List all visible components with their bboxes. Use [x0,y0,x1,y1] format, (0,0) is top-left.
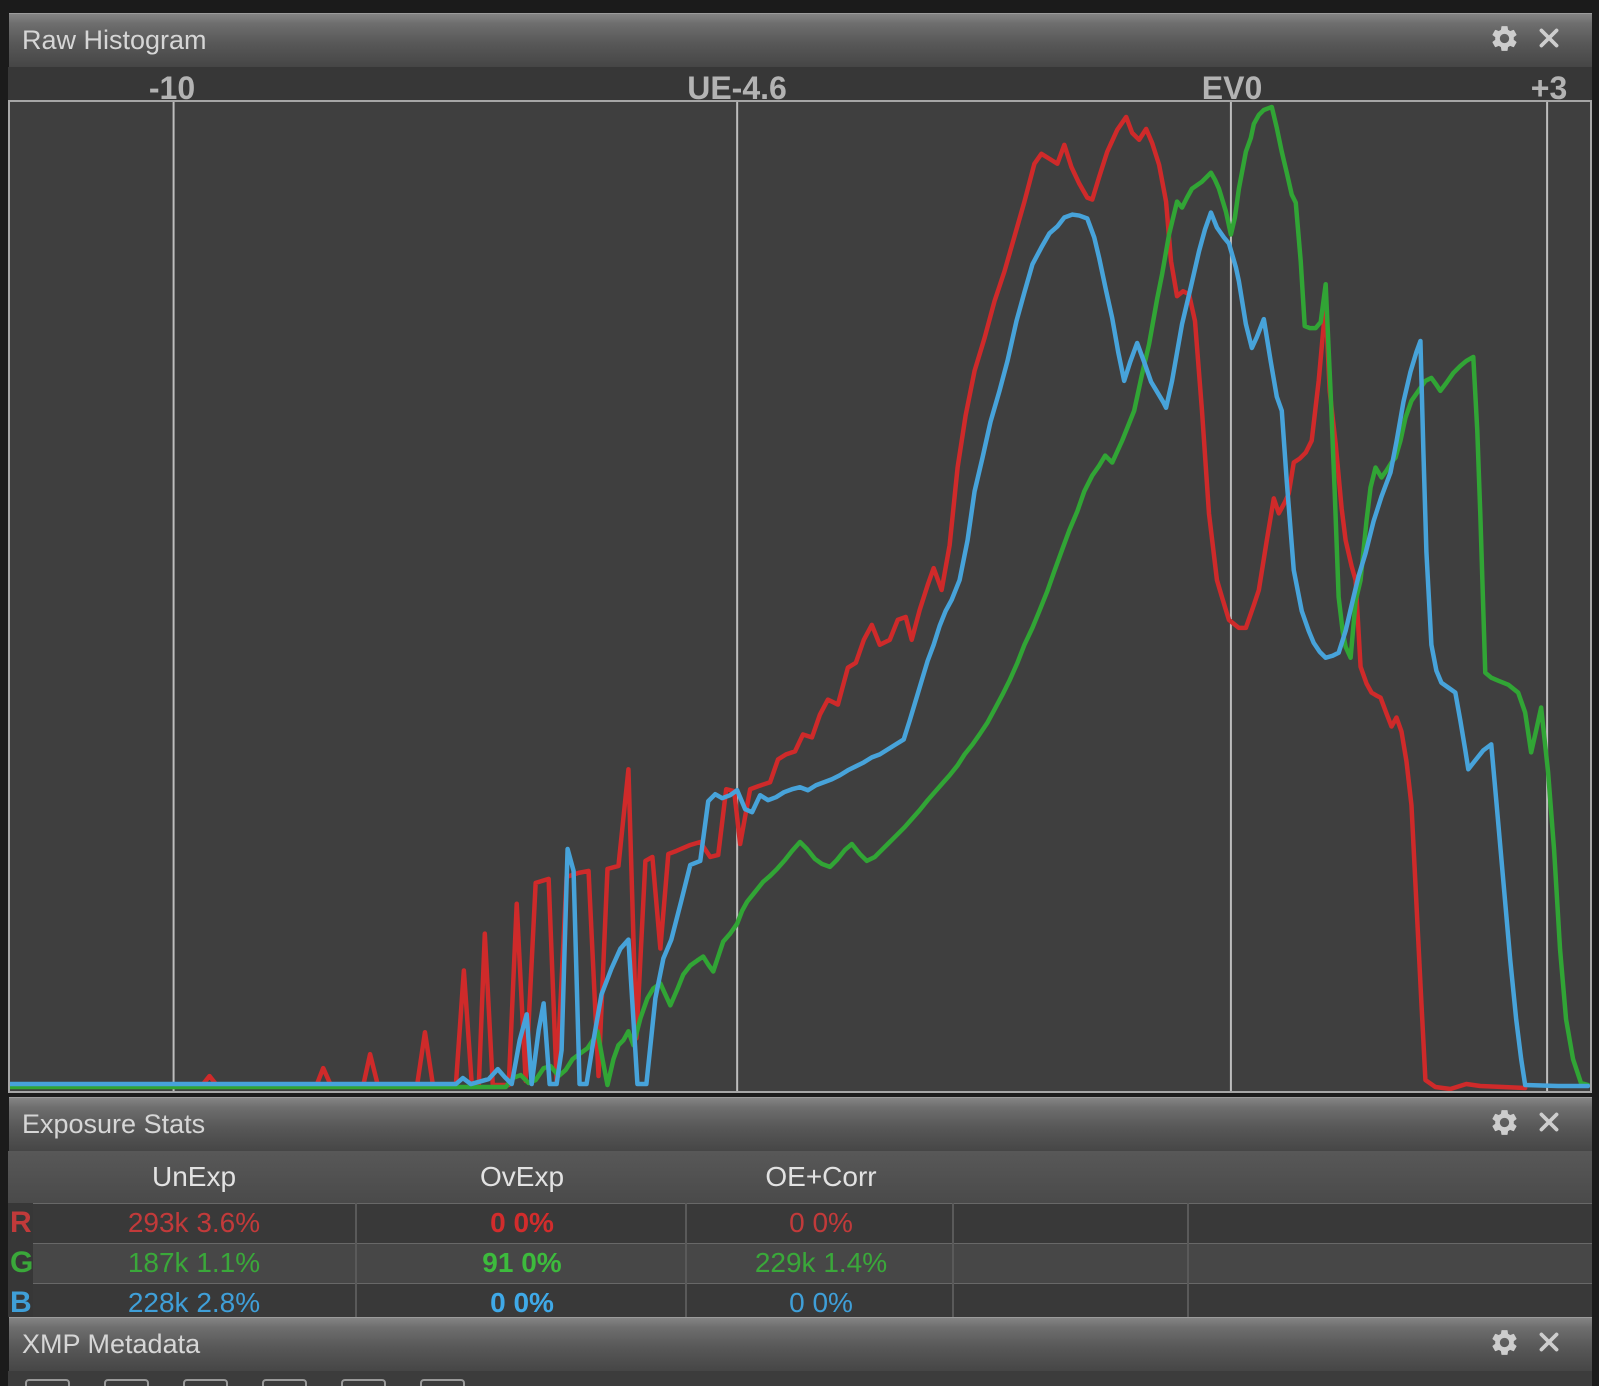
blue-oecorr-value: 0 0% [789,1284,853,1317]
xmp-action-button[interactable] [183,1379,228,1386]
table-row-red: 293k 3.6% 0 0% 0 0% [33,1203,1592,1243]
exposure-panel-titlebar[interactable]: Exposure Stats [9,1097,1592,1151]
green-oecorr-value: 229k 1.4% [755,1244,887,1282]
xmp-action-button[interactable] [25,1379,70,1386]
table-row-green: 187k 1.1% 91 0% 229k 1.4% [33,1243,1592,1283]
column-header-unexp: UnExp [152,1161,236,1193]
column-header-oecorr: OE+Corr [765,1161,876,1193]
green-unexp-value: 187k 1.1% [128,1244,260,1282]
stats-header-row: UnExp OvExp OE+Corr [8,1151,1592,1203]
column-separator [1187,1203,1189,1317]
xmp-action-button[interactable] [104,1379,149,1386]
histogram-panel-titlebar[interactable]: Raw Histogram [9,13,1592,67]
xmp-action-button[interactable] [420,1379,465,1386]
column-separator [685,1203,687,1317]
settings-gear-icon[interactable] [1489,23,1520,59]
xmp-action-button[interactable] [341,1379,386,1386]
table-row-blue: 228k 2.8% 0 0% 0 0% [33,1283,1592,1317]
blue-unexp-value: 228k 2.8% [128,1284,260,1317]
xmp-panel-title: XMP Metadata [22,1329,200,1360]
column-separator [952,1203,954,1317]
histogram-plot [8,100,1592,1093]
histogram-area: -10UE-4.6EV0+3 [8,67,1592,1093]
green-ovexp-value: 91 0% [482,1244,561,1282]
close-icon[interactable] [1536,1329,1562,1360]
red-ovexp-value: 0 0% [490,1204,554,1242]
exposure-stats-table: UnExp OvExp OE+Corr 293k 3.6% 0 0% 0 0% … [0,1151,1599,1317]
xmp-panel-titlebar[interactable]: XMP Metadata [9,1317,1592,1371]
app-window: Raw Histogram -10UE-4.6EV0+3 Exposure St… [0,0,1599,1386]
settings-gear-icon[interactable] [1489,1327,1520,1363]
exposure-panel-title: Exposure Stats [22,1109,205,1140]
red-unexp-value: 293k 3.6% [128,1204,260,1242]
histogram-panel-title: Raw Histogram [22,25,207,56]
histogram-curves [10,102,1590,1091]
row-label-g: G [10,1243,32,1283]
xmp-metadata-area [8,1371,1592,1386]
red-oecorr-value: 0 0% [789,1204,853,1242]
close-icon[interactable] [1536,25,1562,56]
row-label-b: B [10,1283,32,1317]
column-separator [355,1203,357,1317]
settings-gear-icon[interactable] [1489,1107,1520,1143]
row-label-r: R [10,1203,32,1243]
column-header-ovexp: OvExp [480,1161,564,1193]
close-icon[interactable] [1536,1109,1562,1140]
xmp-action-button[interactable] [262,1379,307,1386]
blue-ovexp-value: 0 0% [490,1284,554,1317]
